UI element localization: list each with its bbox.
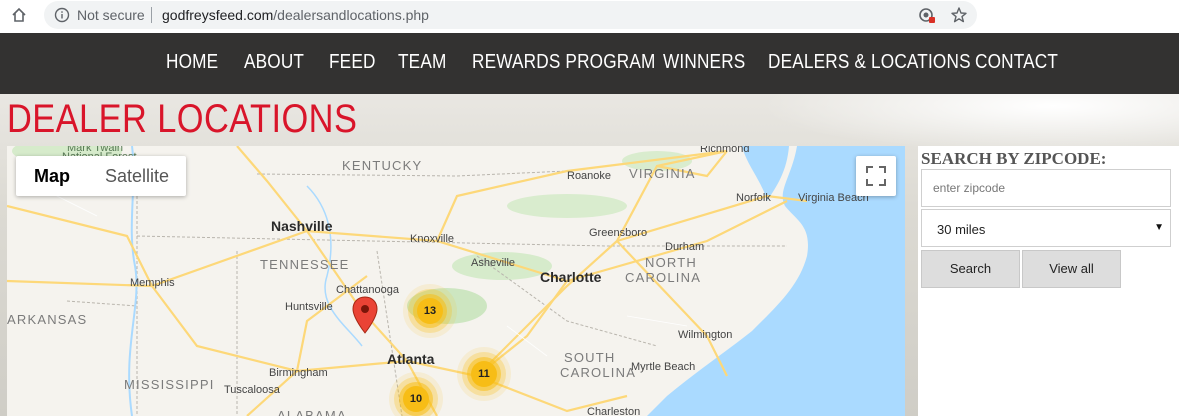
url-path: /dealersandlocations.php — [273, 7, 429, 23]
chevron-down-icon: ▼ — [1154, 222, 1164, 233]
address-separator — [151, 7, 152, 23]
city-nashville: Nashville — [271, 218, 333, 234]
search-button[interactable]: Search — [921, 250, 1020, 288]
hero-highlight — [760, 94, 1179, 154]
nav-rewards-program[interactable]: REWARDS PROGRAM — [472, 51, 656, 74]
map-type-control: Map Satellite — [16, 156, 187, 196]
city-durham: Durham — [665, 241, 705, 253]
nav-winners[interactable]: WINNERS — [663, 51, 745, 74]
city-huntsville: Huntsville — [285, 301, 333, 313]
page-title: DEALER LOCATIONS — [7, 97, 358, 141]
nav-dealers-locations[interactable]: DEALERS & LOCATIONS — [768, 51, 971, 74]
city-richmond: Richmond — [700, 146, 750, 155]
state-label-tennessee: TENNESSEE — [260, 257, 350, 272]
nav-about[interactable]: ABOUT — [244, 51, 304, 74]
map-type-satellite-button[interactable]: Satellite — [88, 156, 186, 196]
city-greensboro: Greensboro — [589, 227, 648, 239]
city-memphis: Memphis — [130, 277, 175, 289]
marker-cluster[interactable]: 10 — [403, 386, 429, 412]
nav-home[interactable]: HOME — [166, 51, 218, 74]
home-icon[interactable] — [10, 6, 28, 24]
state-label-virginia: VIRGINIA — [629, 166, 696, 181]
nav-contact[interactable]: CONTACT — [975, 51, 1058, 74]
browser-toolbar: Not secure godfreysfeed.com/dealersandlo… — [0, 0, 1179, 31]
state-label-kentucky: KENTUCKY — [342, 158, 423, 173]
info-icon[interactable] — [54, 7, 70, 23]
city-charlotte: Charlotte — [540, 269, 602, 285]
state-label-north-carolina-1: NORTH — [645, 255, 697, 270]
site-navigation: HOME ABOUT FEED TEAM REWARDS PROGRAM WIN… — [0, 33, 1179, 94]
fullscreen-button[interactable] — [856, 156, 896, 196]
star-icon[interactable] — [950, 6, 968, 24]
city-myrtle-beach: Myrtle Beach — [631, 361, 696, 373]
address-bar[interactable]: Not secure godfreysfeed.com/dealersandlo… — [44, 1, 977, 29]
city-roanoke: Roanoke — [567, 170, 612, 182]
state-label-north-carolina-2: CAROLINA — [625, 270, 702, 285]
nav-feed[interactable]: FEED — [329, 51, 376, 74]
search-heading: SEARCH BY ZIPCODE: — [921, 149, 1107, 168]
state-label-mississippi: MISSISSIPPI — [124, 377, 215, 392]
marker-cluster[interactable]: 11 — [471, 361, 497, 387]
url-domain: godfreysfeed.com — [162, 7, 274, 23]
extension-icon[interactable] — [918, 6, 936, 24]
marker-cluster[interactable]: 13 — [417, 298, 443, 324]
map-type-map-button[interactable]: Map — [16, 156, 88, 196]
view-all-button[interactable]: View all — [1022, 250, 1121, 288]
dealer-map[interactable]: Mark Twain National Forest KENTUCKY VIRG… — [7, 146, 905, 416]
city-tuscaloosa: Tuscaloosa — [224, 384, 280, 396]
city-asheville: Asheville — [471, 257, 516, 269]
zipcode-input[interactable] — [921, 169, 1171, 207]
fullscreen-icon — [866, 166, 886, 186]
city-birmingham: Birmingham — [269, 367, 328, 379]
state-label-south-carolina-1: SOUTH — [564, 350, 616, 365]
state-label-south-carolina-2: CAROLINA — [560, 365, 637, 380]
radius-select[interactable]: 30 miles ▼ — [921, 209, 1171, 247]
security-status: Not secure — [77, 7, 145, 23]
location-pin-icon[interactable] — [352, 296, 378, 334]
city-charleston: Charleston — [587, 406, 641, 416]
url-text[interactable]: godfreysfeed.com/dealersandlocations.php — [162, 7, 429, 23]
city-atlanta: Atlanta — [387, 351, 435, 367]
nav-team[interactable]: TEAM — [398, 51, 446, 74]
city-chattanooga: Chattanooga — [336, 284, 399, 296]
city-wilmington: Wilmington — [678, 329, 733, 341]
city-knoxville: Knoxville — [410, 233, 455, 245]
state-label-alabama: ALABAMA — [277, 408, 347, 416]
zipcode-search-panel: SEARCH BY ZIPCODE: 30 miles ▼ Search Vie… — [918, 146, 1179, 416]
state-label-arkansas: ARKANSAS — [7, 312, 88, 327]
city-norfolk: Norfolk — [736, 192, 771, 204]
radius-selected-value: 30 miles — [937, 222, 986, 237]
